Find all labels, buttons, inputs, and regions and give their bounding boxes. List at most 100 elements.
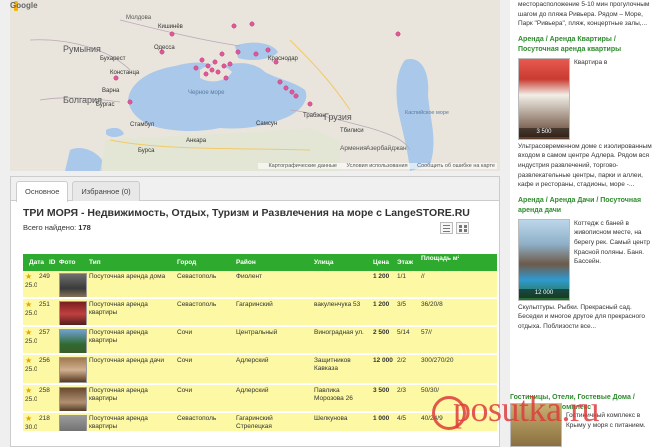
cell-city: Сочи (177, 329, 193, 336)
cell-date: ★25.06 (23, 271, 37, 297)
col-id[interactable]: ID (47, 254, 57, 271)
map-credit-data[interactable]: Картографические данные (268, 163, 337, 169)
cell-type[interactable]: Посуточная аренда квартиры (87, 385, 175, 411)
sidebar-intro-text: месторасположение 5-10 мин прогулочным ш… (518, 1, 650, 28)
listing-panel: Основное Избранное (0) ТРИ МОРЯ - Недвиж… (10, 176, 500, 447)
map-label-city: Трабзон (303, 113, 326, 119)
listing-thumbnail[interactable] (59, 387, 87, 411)
listing-thumbnail[interactable] (59, 301, 87, 325)
col-date[interactable]: Дата (23, 254, 47, 271)
listing-photo[interactable]: 3 500 (518, 57, 570, 140)
cell-area-sqm: // (421, 273, 425, 280)
map-credit-terms[interactable]: Условия использования (347, 163, 408, 169)
cell-floor: 5/14 (397, 329, 410, 336)
cell-type[interactable]: Посуточная аренда дома (87, 271, 175, 297)
star-icon[interactable]: ★ (25, 301, 32, 309)
map-label-black-sea: Черное море (188, 90, 225, 96)
results-count-row: Всего найдено: 178 (23, 222, 487, 235)
cell-price: 1 000 (373, 415, 390, 422)
listing-description: Коттедж с баней в живописном месте, на б… (574, 219, 651, 266)
cell-floor: 2/3 (397, 387, 407, 394)
table-row[interactable]: ★25.06249 Посуточная аренда домаСевастопо… (23, 271, 497, 299)
star-icon[interactable]: ★ (25, 357, 32, 365)
col-street[interactable]: Улица (312, 254, 371, 271)
cell-area: Гагаринский (236, 301, 273, 308)
list-view-icon[interactable] (440, 222, 453, 234)
row-date: 30.06 (25, 423, 37, 431)
watermark: posutka.ru (453, 389, 599, 429)
listing-thumbnail[interactable] (59, 415, 87, 431)
cell-type[interactable]: Посуточная аренда квартиры (87, 327, 175, 353)
map-label-romania: Румыния (63, 44, 101, 54)
map-label-city: Краснодар (268, 56, 298, 62)
cell-id: 258 (39, 387, 50, 394)
cell-type[interactable]: Посуточная аренда квартиры (87, 413, 175, 431)
cell-city: Сочи (177, 357, 193, 364)
table-row[interactable]: ★25.06257 Посуточная аренда квартирыСочи Ц… (23, 327, 497, 355)
cell-id: 251 (39, 301, 50, 308)
cell-area: Адлерский (236, 387, 269, 394)
map-label-georgia: Грузия (324, 112, 352, 122)
col-city[interactable]: Город (175, 254, 234, 271)
map-label-city: Анкара (186, 138, 207, 144)
col-area-sqm[interactable]: Площадь м² (419, 254, 459, 271)
row-date: 25.06 (25, 395, 37, 403)
tab-favorites[interactable]: Избранное (0) (72, 181, 140, 201)
grid-view-icon[interactable] (456, 222, 469, 234)
cell-id: 256 (39, 357, 50, 364)
cell-price: 2 500 (373, 329, 390, 336)
google-logo-icon: Google (10, 1, 38, 10)
map-credit-report[interactable]: Сообщить об ошибке на карте (417, 163, 495, 169)
svg-text:Google: Google (10, 1, 38, 10)
cell-price: 1 200 (373, 273, 390, 280)
sidebar-item-heading[interactable]: Аренда / Аренда Дачи / Посуточная аренда… (518, 196, 652, 216)
col-type[interactable]: Тип (87, 254, 175, 271)
map-label-azerbaijan: Азербайджан (366, 145, 407, 152)
table-row[interactable]: ★30.06218 Посуточная аренда квартирыСевас… (23, 413, 497, 433)
map-markers[interactable] (10, 0, 500, 171)
listing-thumbnail[interactable] (59, 357, 87, 383)
cell-floor: 4/5 (397, 415, 407, 422)
marker-icon[interactable] (10, 0, 500, 171)
col-floor[interactable]: Этаж (395, 254, 419, 271)
star-icon[interactable]: ★ (25, 387, 32, 395)
table-row[interactable]: ★25.06256 Посуточная аренда дачиСочи Адлер… (23, 355, 497, 385)
listing-thumbnail[interactable] (59, 273, 87, 297)
listing-thumbnail[interactable] (59, 329, 87, 353)
map-label-city: Бурса (138, 148, 155, 154)
map-credit: Картографические данные Условия использо… (258, 163, 497, 169)
star-icon[interactable]: ★ (25, 415, 32, 423)
sidebar-item[interactable]: 12 000 Коттедж с баней в живописном мест… (518, 218, 652, 301)
star-icon[interactable]: ★ (25, 329, 32, 337)
map[interactable]: Румыния Болгария Молдова Грузия Армения … (10, 0, 500, 171)
cell-type[interactable]: Посуточная аренда квартиры (87, 299, 175, 325)
cell-price: 12 000 (373, 357, 393, 364)
col-area[interactable]: Район (234, 254, 312, 271)
view-switcher (440, 222, 469, 234)
cell-photo (57, 355, 87, 383)
sidebar-item-heading[interactable]: Аренда / Аренда Квартиры / Посуточная ар… (518, 35, 652, 55)
cell-city: Севастополь (177, 301, 217, 308)
col-price[interactable]: Цена (371, 254, 395, 271)
cell-street: Виноградная ул. (314, 329, 364, 336)
cell-street: Павлика Морозова 26 (314, 387, 353, 402)
sidebar-item[interactable]: 3 500 Квартира в (518, 57, 652, 140)
map-label-city: Тбилиси (340, 128, 364, 134)
results-count: 178 (78, 223, 91, 232)
listing-description-cont: Ультрасовременном доме с изолированным в… (518, 142, 652, 189)
cell-floor: 3/5 (397, 301, 407, 308)
cell-type[interactable]: Посуточная аренда дачи (87, 355, 175, 383)
table-row[interactable]: ★25.06258 Посуточная аренда квартирыСочи А… (23, 385, 497, 413)
table-row[interactable]: ★25.06251 Посуточная аренда квартирыСевас… (23, 299, 497, 327)
col-photo: Фото (59, 259, 76, 266)
cell-area: Адлерский (236, 357, 269, 364)
row-date: 25.06 (25, 337, 37, 345)
cell-city: Севастополь (177, 273, 217, 280)
star-icon[interactable]: ★ (25, 273, 32, 281)
cell-street: Шелкунова (314, 415, 348, 422)
table-header: Дата ID Фото Тип Город Район Улица Цена … (23, 254, 497, 271)
cell-photo (57, 385, 87, 411)
tab-main[interactable]: Основное (16, 181, 69, 202)
listing-photo[interactable]: 12 000 (518, 218, 570, 301)
cell-street: Защитников Кавказа (314, 357, 351, 372)
